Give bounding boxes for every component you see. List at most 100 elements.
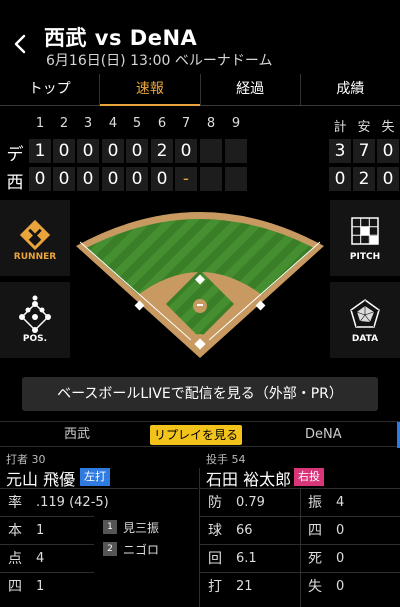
inning-header: 8 [206, 116, 216, 131]
total-cell: 3 [329, 139, 351, 163]
stat-value: 4 [336, 495, 345, 510]
stat-key: 率 [8, 495, 22, 511]
stat-value: 6.1 [236, 551, 257, 566]
inning-header: 7 [181, 116, 191, 131]
total-cell: 0 [377, 167, 399, 191]
stat-key: 回 [208, 551, 222, 567]
score-cell: 0 [29, 167, 51, 191]
stat-value: 66 [236, 523, 253, 538]
radar-chart-icon [350, 299, 380, 328]
stat-value: 1 [36, 523, 45, 538]
inning-header: 4 [108, 116, 118, 131]
batter-number-label: 打者 30 [6, 453, 46, 466]
stat-value: 0.79 [236, 495, 265, 510]
stat-value: 0 [336, 523, 345, 538]
inning-header: 9 [231, 116, 241, 131]
score-cell: 0 [102, 167, 124, 191]
stat-value: 1 [36, 579, 45, 594]
stat-key: 死 [308, 551, 322, 567]
runner-button[interactable]: RUNNER [0, 200, 70, 276]
score-cell: 0 [151, 167, 173, 191]
total-cell: 0 [377, 139, 399, 163]
runner-icon [19, 219, 51, 251]
tab-progress[interactable]: 経過 [199, 74, 300, 105]
score-cell: 0 [77, 139, 99, 163]
app-header: 西武 vs DeNA 6月16日(日) 13:00 ベルーナドーム [0, 0, 400, 74]
inning-header: 3 [83, 116, 93, 131]
score-cell [200, 139, 222, 163]
stat-value: .119 (42-5) [36, 495, 109, 510]
watch-replay-button[interactable]: リプレイを見る [150, 425, 242, 445]
score-cell: 1 [29, 139, 51, 163]
tab-stats[interactable]: 成績 [299, 74, 400, 105]
game-title: 西武 vs DeNA [44, 26, 198, 50]
runner-label: RUNNER [13, 252, 57, 262]
stat-key: 振 [308, 495, 322, 511]
score-cell: 0 [126, 167, 148, 191]
team-abbr-seibu: 西 [6, 173, 24, 193]
data-label: DATA [351, 334, 379, 344]
team-dena-label[interactable]: DeNA [305, 422, 342, 448]
pitcher-name[interactable]: 石田 裕太郎 [206, 466, 291, 490]
score-cell: 0 [53, 139, 75, 163]
stat-key: 四 [308, 523, 322, 539]
pitcher-col-divider [300, 488, 301, 607]
pitcher-number-label: 投手 54 [206, 453, 246, 466]
position-button[interactable]: POS. [0, 282, 70, 358]
bat-side-badge: 左打 [80, 468, 110, 486]
score-cell: 2 [151, 139, 173, 163]
stat-key: 球 [208, 523, 222, 539]
replay-bar: 西武 リプレイを見る DeNA [0, 421, 400, 448]
stat-key: 打 [208, 579, 222, 595]
plate-appearance-number: 2 [103, 542, 117, 556]
game-datetime-venue: 6月16日(日) 13:00 ベルーナドーム [46, 53, 273, 69]
pitch-grid-icon [351, 217, 379, 245]
plate-appearance-number: 1 [103, 520, 117, 534]
batter-stat-row: 本 1 [0, 516, 94, 544]
tab-bar: トップ 速報 経過 成績 [0, 74, 400, 106]
score-cell: 0 [175, 139, 197, 163]
plate-appearance-result: 見三振 [123, 521, 160, 535]
throw-side-badge: 右投 [294, 468, 324, 486]
stat-key: 四 [8, 579, 22, 595]
total-hits-header: 安 [357, 120, 371, 135]
stat-value: 0 [336, 551, 345, 566]
total-cell: 0 [329, 167, 351, 191]
tab-top[interactable]: トップ [0, 74, 99, 105]
score-cell [200, 167, 222, 191]
inning-header: 2 [59, 116, 69, 131]
team-abbr-dena: デ [6, 145, 24, 165]
inning-header: 1 [35, 116, 45, 131]
batter-name[interactable]: 元山 飛優 [6, 466, 75, 490]
pitch-button[interactable]: PITCH [330, 200, 400, 276]
back-arrow-icon[interactable] [8, 32, 32, 56]
stat-value: 21 [236, 579, 253, 594]
pos-label: POS. [22, 334, 48, 344]
score-cell: 0 [77, 167, 99, 191]
watch-live-button[interactable]: ベースボールLIVEで配信を見る（外部・PR） [22, 377, 378, 411]
stat-value: 4 [36, 551, 45, 566]
inning-header: 6 [157, 116, 167, 131]
total-runs-header: 計 [333, 120, 347, 135]
stat-key: 失 [308, 579, 322, 595]
stat-key: 点 [8, 551, 22, 567]
inning-header: 5 [132, 116, 142, 131]
positions-icon [19, 295, 51, 333]
batter-stat-row: 点 4 [0, 544, 94, 572]
batter-stat-row: 率 .119 (42-5) [0, 488, 198, 516]
score-cell: 0 [126, 139, 148, 163]
pitch-label: PITCH [349, 252, 381, 262]
score-cell: 0 [102, 139, 124, 163]
baseball-field-graphic [76, 212, 324, 358]
stat-key: 本 [8, 523, 22, 539]
data-button[interactable]: DATA [330, 282, 400, 358]
batter-stat-row: 四 1 [0, 572, 94, 600]
tab-live[interactable]: 速報 [99, 74, 200, 106]
total-cell: 2 [353, 167, 375, 191]
total-errors-header: 失 [381, 120, 395, 135]
team-seibu-label[interactable]: 西武 [64, 422, 90, 448]
total-cell: 7 [353, 139, 375, 163]
plate-appearance-result: ニゴロ [123, 543, 160, 557]
stat-key: 防 [208, 495, 222, 511]
score-cell [225, 139, 247, 163]
